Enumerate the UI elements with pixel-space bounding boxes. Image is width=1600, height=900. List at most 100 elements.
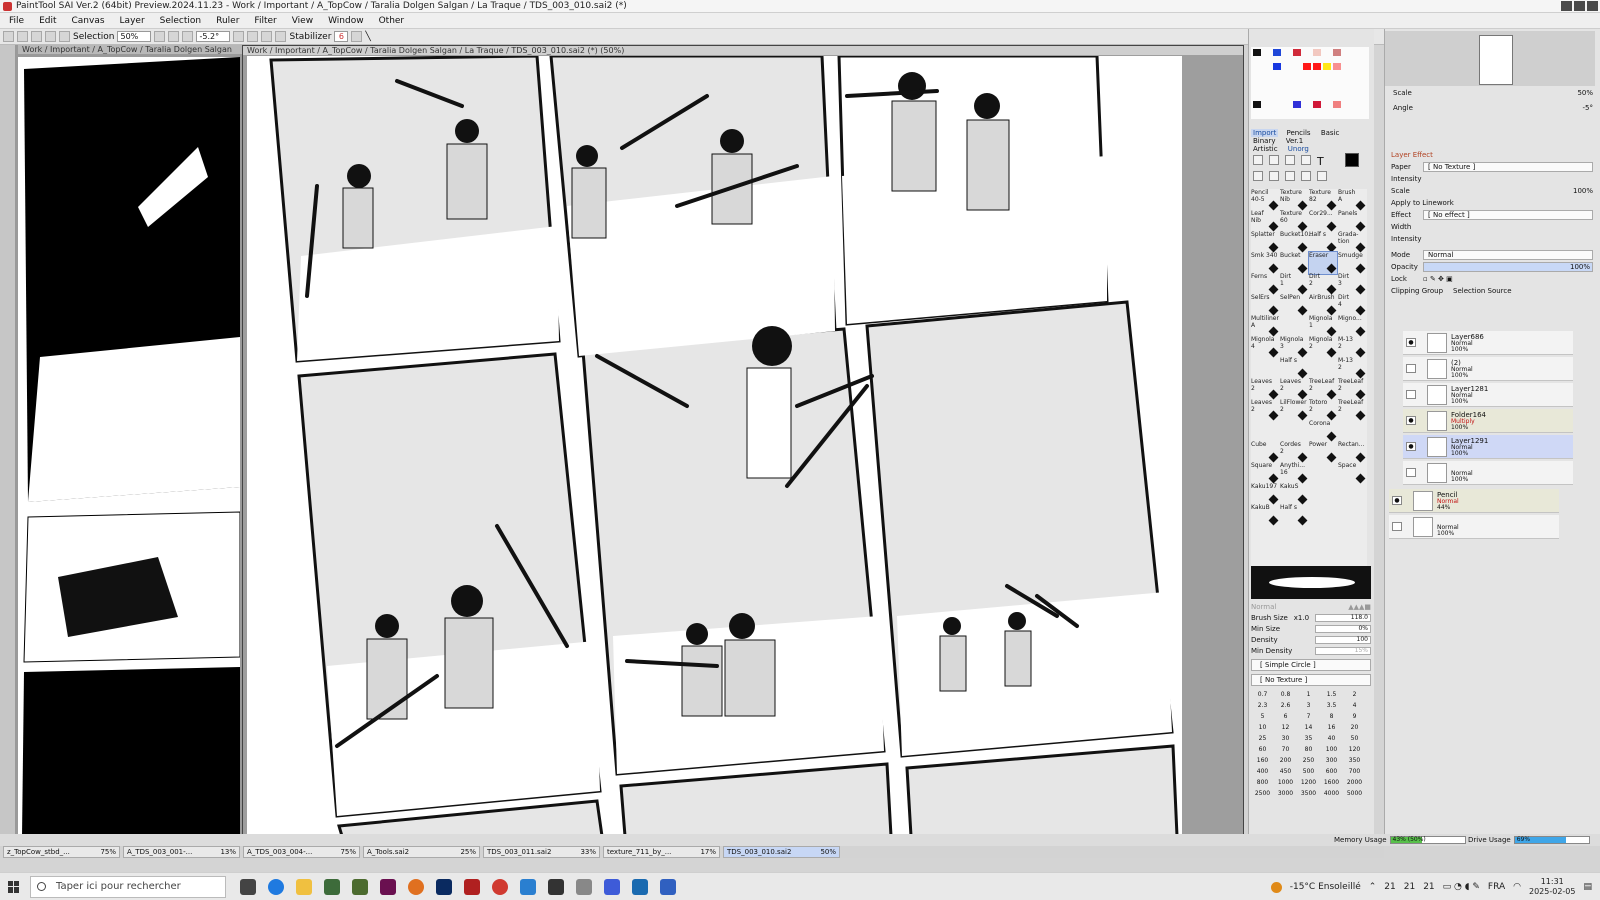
brush-slot[interactable]: TreeLeaf 2 (1338, 399, 1366, 421)
magic-wand-icon[interactable] (1285, 155, 1295, 165)
brush-shape-buttons[interactable]: ▲▲▲■ (1348, 603, 1371, 611)
layer-row[interactable]: Normal 100% (1403, 461, 1573, 485)
visibility-toggle-icon[interactable]: ● (1406, 338, 1416, 347)
move-icon[interactable] (1253, 171, 1263, 181)
size-preset[interactable]: 3.5 (1320, 701, 1343, 711)
navigator[interactable] (1385, 31, 1595, 86)
undo-button[interactable] (3, 31, 14, 42)
visibility-toggle-icon[interactable]: ● (1406, 442, 1416, 451)
fill-selection-icon[interactable] (1301, 155, 1311, 165)
size-preset[interactable]: 16 (1320, 723, 1343, 733)
app-icon[interactable] (604, 878, 620, 895)
zoom-reset-button[interactable] (182, 31, 194, 42)
swatch[interactable] (1333, 63, 1341, 70)
tray-chevron-icon[interactable]: ⌃ (1369, 882, 1377, 892)
brush-slot[interactable]: Mignola 4 (1251, 336, 1279, 358)
effect-select[interactable]: [ No effect ] (1423, 210, 1593, 220)
stabilizer-dropdown[interactable] (351, 31, 363, 42)
brush-slot[interactable] (1309, 357, 1337, 379)
brush-slot[interactable]: Power (1309, 441, 1337, 463)
size-preset[interactable]: 14 (1297, 723, 1320, 733)
doc-tab[interactable]: z_TopCow_stbd_... 75% (3, 845, 120, 858)
redo-button[interactable] (17, 31, 28, 42)
size-preset[interactable]: 70 (1274, 745, 1297, 755)
brush-slot[interactable]: Multiliner A (1251, 315, 1279, 337)
eyedropper-icon[interactable] (1317, 171, 1327, 181)
brush-slot[interactable]: Half s (1309, 231, 1337, 253)
zoom-out-button[interactable] (154, 31, 166, 42)
minimize-button[interactable] (1561, 1, 1572, 11)
zoom-tool-icon[interactable] (1269, 171, 1279, 181)
size-preset[interactable]: 6 (1274, 712, 1297, 722)
size-preset[interactable]: 4 (1343, 701, 1366, 711)
color-swatches[interactable] (1251, 47, 1369, 119)
menu-view[interactable]: View (283, 16, 319, 26)
brush-slot[interactable]: Eraser (1308, 251, 1338, 275)
navigator-strip[interactable] (0, 45, 16, 840)
brush-slot[interactable]: KakuB (1251, 504, 1279, 526)
hand-tool-icon[interactable] (1301, 171, 1311, 181)
brush-slot[interactable]: Half s (1280, 357, 1308, 379)
size-preset[interactable]: 20 (1343, 723, 1366, 733)
brush-slot[interactable]: Grada- tion (1338, 231, 1366, 253)
size-preset[interactable]: 1.5 (1320, 690, 1343, 700)
size-preset[interactable]: 700 (1343, 767, 1366, 777)
language-indicator[interactable]: FRA (1488, 882, 1505, 892)
tray-icons[interactable]: ▭ ◔ ◖ ✎ (1443, 882, 1480, 892)
rotation-field[interactable]: -5.2° (196, 31, 231, 42)
photoshop-icon[interactable] (436, 878, 452, 895)
swatch[interactable] (1333, 101, 1341, 108)
swatch[interactable] (1313, 63, 1321, 70)
size-preset[interactable]: 12 (1274, 723, 1297, 733)
size-preset[interactable]: 400 (1251, 767, 1274, 777)
tray-badge[interactable]: 21 (1423, 882, 1434, 892)
size-preset[interactable]: 8 (1320, 712, 1343, 722)
visibility-toggle-icon[interactable]: ● (1392, 496, 1402, 505)
brush-slot[interactable]: Splatter (1251, 231, 1279, 253)
swatch[interactable] (1333, 49, 1341, 56)
menu-file[interactable]: File (0, 16, 30, 26)
tray-badge[interactable]: 21 (1404, 882, 1415, 892)
tab-artistic[interactable]: Artistic (1251, 145, 1280, 153)
brush-slot[interactable]: Leaf Nib (1251, 210, 1279, 232)
brush-slot[interactable]: Panels (1338, 210, 1366, 232)
maximize-button[interactable] (1574, 1, 1585, 11)
tab-import[interactable]: Import (1251, 129, 1279, 137)
menu-canvas[interactable]: Canvas (63, 16, 111, 26)
brush-slot[interactable]: Smudge (1338, 252, 1366, 274)
doc-tab[interactable]: TDS_003_010.sai2 50% (723, 845, 840, 858)
brush-slot[interactable]: Dirt 4 (1338, 294, 1366, 316)
edge-icon[interactable] (268, 878, 284, 895)
brush-slot[interactable]: TreeLeaf 2 (1309, 378, 1337, 400)
doc-tab[interactable]: A_TDS_003_004-... 75% (243, 845, 360, 858)
comic-page[interactable] (247, 54, 1182, 838)
brush-slot[interactable]: Cor29... (1309, 210, 1337, 232)
visibility-toggle-icon[interactable] (1406, 390, 1416, 399)
brush-slot[interactable] (1309, 504, 1337, 526)
brush-slot[interactable]: Rectan... (1338, 441, 1366, 463)
brush-slot[interactable]: SelErs (1251, 294, 1279, 316)
menu-edit[interactable]: Edit (30, 16, 62, 26)
swatch[interactable] (1323, 63, 1331, 70)
lasso-icon[interactable] (1269, 155, 1279, 165)
brush-slot[interactable] (1309, 483, 1337, 505)
brush-size-slider[interactable]: 118.0 (1314, 613, 1371, 622)
brush-slot[interactable]: Bucket10... (1280, 231, 1314, 253)
brush-slot[interactable]: Mignola 1 (1309, 315, 1337, 337)
brush-slot[interactable]: SelPen (1280, 294, 1308, 316)
size-preset[interactable]: 10 (1251, 723, 1274, 733)
swatch[interactable] (1273, 49, 1281, 56)
menu-ruler[interactable]: Ruler (207, 16, 245, 26)
size-preset[interactable]: 1000 (1274, 778, 1297, 788)
task-view-icon[interactable] (240, 878, 256, 895)
menu-layer[interactable]: Layer (111, 16, 151, 26)
menu-selection[interactable]: Selection (151, 16, 207, 26)
size-preset[interactable]: 250 (1297, 756, 1320, 766)
chrome-icon[interactable] (492, 878, 508, 895)
brush-slot[interactable] (1251, 357, 1279, 379)
menu-other[interactable]: Other (370, 16, 411, 26)
size-preset[interactable]: 2.3 (1251, 701, 1274, 711)
doc-tab[interactable]: A_TDS_003_001-... 13% (123, 845, 240, 858)
app-icon[interactable] (464, 878, 480, 895)
brush-slot[interactable]: Cube (1251, 441, 1279, 463)
